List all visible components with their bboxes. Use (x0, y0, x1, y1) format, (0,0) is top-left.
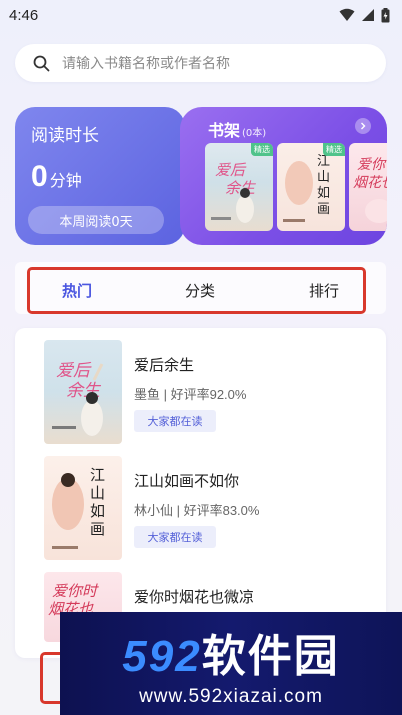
book-cover-art: 江 山 如 画 (283, 154, 330, 222)
watermark-url: www.592xiazai.com (139, 685, 323, 707)
shelf-book-badge: 精选 (251, 143, 273, 156)
tab-ranking[interactable]: 排行 (309, 280, 339, 301)
reading-time-number: 0 (31, 160, 48, 193)
signal-icon (362, 9, 374, 21)
svg-text:如: 如 (90, 502, 105, 520)
book-tag: 大家都在读 (134, 526, 216, 548)
watermark-number: 592 (122, 631, 202, 681)
reading-time-value: 0 分钟 (31, 160, 169, 194)
svg-text:江: 江 (317, 154, 330, 169)
book-cover: 江 山 如 画 (44, 456, 122, 560)
svg-text:江: 江 (90, 466, 105, 484)
svg-text:爱你: 爱你 (357, 157, 387, 173)
list-item[interactable]: 爱后 余生 爱后余生 墨鱼 | 好评率92.0% 大家都在读 (30, 340, 370, 444)
bookshelf-count: (0本) (242, 128, 267, 139)
svg-text:山: 山 (90, 484, 105, 502)
watermark-logo: 592软件园 www.592xiazai.com (60, 612, 402, 715)
shelf-book-cover[interactable]: 江 山 如 画 精选 (277, 143, 345, 231)
svg-text:爱后: 爱后 (215, 161, 247, 179)
svg-text:画: 画 (317, 202, 330, 217)
reading-time-card[interactable]: 阅读时长 0 分钟 本周阅读0天 (15, 107, 185, 245)
weekly-reading-button[interactable]: 本周阅读0天 (28, 206, 164, 234)
tab-category[interactable]: 分类 (185, 280, 215, 301)
status-time: 4:46 (9, 6, 39, 24)
chevron-right-icon[interactable] (355, 118, 371, 134)
book-cover-art: 爱你 烟花也 (353, 157, 387, 223)
svg-text:画: 画 (90, 520, 105, 538)
shelf-book-cover[interactable]: 爱你 烟花也 (349, 143, 387, 231)
status-icons (339, 7, 390, 23)
svg-text:如: 如 (317, 185, 330, 201)
svg-text:爱后: 爱后 (56, 361, 92, 381)
search-bar[interactable]: 请输入书籍名称或作者名称 (15, 44, 386, 82)
book-list: 爱后 余生 爱后余生 墨鱼 | 好评率92.0% 大家都在读 江 山 如 画 江… (15, 328, 386, 658)
tab-hot[interactable]: 热门 (62, 280, 92, 301)
list-item[interactable]: 江 山 如 画 江山如画不如你 林小仙 | 好评率83.0% 大家都在读 (30, 456, 370, 560)
book-meta: 墨鱼 | 好评率92.0% (134, 387, 247, 402)
search-input[interactable]: 请输入书籍名称或作者名称 (62, 53, 230, 73)
book-cover: 爱后 余生 (44, 340, 122, 444)
book-meta: 林小仙 | 好评率83.0% (134, 503, 260, 518)
wifi-icon (339, 8, 355, 21)
watermark-title: 592软件园 (122, 620, 339, 684)
shelf-book-cover[interactable]: 爱后 余生 精选 (205, 143, 273, 231)
bookshelf-card[interactable]: 书架 (0本) 爱后 余生 精选 江 山 如 画 精选 爱你 烟花也 (180, 107, 387, 245)
status-bar: 4:46 (0, 0, 402, 30)
reading-time-unit: 分钟 (49, 171, 82, 190)
shelf-book-badge: 精选 (323, 143, 345, 156)
watermark-name: 软件园 (201, 631, 340, 681)
book-title: 江山如画不如你 (134, 472, 240, 490)
svg-text:烟花也: 烟花也 (353, 175, 387, 191)
search-icon (33, 55, 50, 71)
bookshelf-header: 书架 (0本) (208, 117, 266, 141)
svg-text:爱你时: 爱你时 (52, 582, 99, 600)
book-cover-art: 爱后 余生 (211, 161, 256, 223)
book-title: 爱后余生 (134, 356, 195, 374)
book-tag: 大家都在读 (134, 410, 216, 432)
reading-time-title: 阅读时长 (31, 126, 99, 146)
bookshelf-title: 书架 (208, 121, 241, 140)
svg-text:山: 山 (317, 170, 330, 185)
book-cover-art: 爱后 余生 (52, 361, 104, 436)
battery-icon (381, 7, 390, 22)
book-title: 爱你时烟花也微凉 (134, 588, 255, 606)
book-cover-art: 江 山 如 画 (52, 466, 105, 549)
